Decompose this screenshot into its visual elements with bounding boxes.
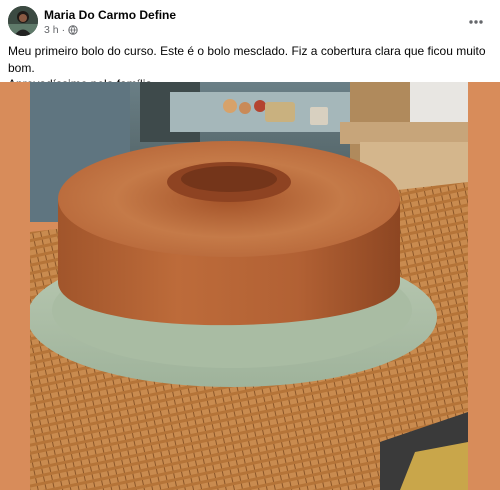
post-meta: 3 h · bbox=[44, 24, 78, 36]
cake-photo bbox=[0, 82, 500, 490]
globe-icon bbox=[68, 25, 78, 35]
meta-separator: · bbox=[61, 24, 66, 36]
post-header: Maria Do Carmo Define 3 h · bbox=[8, 6, 492, 38]
caption-line-1: Meu primeiro bolo do curso. Este é o bol… bbox=[8, 44, 486, 75]
post-photo[interactable] bbox=[0, 82, 500, 490]
author-name[interactable]: Maria Do Carmo Define bbox=[44, 8, 176, 22]
more-options-icon bbox=[469, 20, 483, 24]
facebook-post: Maria Do Carmo Define 3 h · Meu primeiro… bbox=[0, 0, 500, 490]
author-avatar[interactable] bbox=[8, 6, 38, 36]
more-options-button[interactable] bbox=[464, 12, 488, 32]
avatar-photo-icon bbox=[8, 6, 38, 36]
post-timestamp[interactable]: 3 h bbox=[44, 24, 59, 36]
